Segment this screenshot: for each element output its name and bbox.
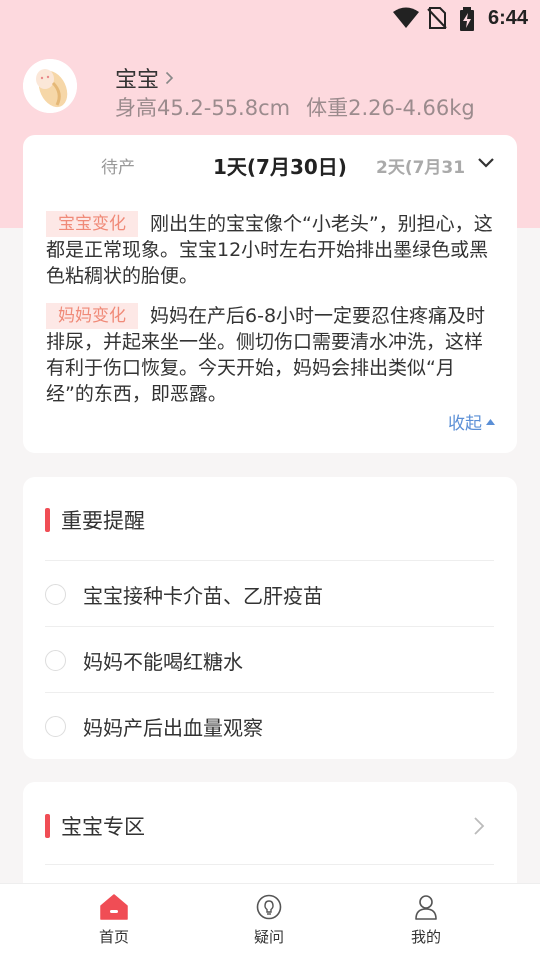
reminder-item[interactable]: 妈妈产后出血量观察 xyxy=(45,693,494,759)
important-reminders-card: 重要提醒 宝宝接种卡介苗、乙肝疫苗 妈妈不能喝红糖水 妈妈产后出血量观察 xyxy=(23,477,517,759)
checkbox-circle[interactable] xyxy=(45,583,66,605)
baby-zone-header: 宝宝专区 xyxy=(45,811,145,841)
clock: 6:44 xyxy=(487,7,528,29)
checkbox-circle[interactable] xyxy=(45,649,66,671)
nav-home-label: 首页 xyxy=(98,928,129,946)
chevron-right-icon xyxy=(165,71,174,85)
collapse-button[interactable]: 收起 xyxy=(448,409,495,434)
wifi-icon xyxy=(393,7,419,28)
tab-next-day[interactable]: 2天(7月31 xyxy=(376,153,465,178)
reminder-text: 宝宝接种卡介苗、乙肝疫苗 xyxy=(83,583,323,608)
collapse-label: 收起 xyxy=(448,414,482,434)
caret-up-icon xyxy=(486,418,495,425)
lightbulb-icon xyxy=(256,894,282,920)
reminders-title: 重要提醒 xyxy=(61,509,145,533)
tab-current-day[interactable]: 1天(7月30日) xyxy=(213,151,347,180)
battery-charging-icon xyxy=(460,7,474,31)
baby-profile-link[interactable]: 宝宝 xyxy=(115,62,174,94)
home-icon xyxy=(100,894,128,920)
reminder-item[interactable]: 妈妈不能喝红糖水 xyxy=(45,627,494,693)
nav-questions-label: 疑问 xyxy=(253,928,284,946)
nav-questions[interactable]: 疑问 xyxy=(229,894,309,947)
day-tabs: 待产 1天(7月30日) 2天(7月31 xyxy=(23,135,517,195)
reminder-item[interactable]: 宝宝接种卡介苗、乙肝疫苗 xyxy=(45,561,494,627)
chevron-down-icon[interactable] xyxy=(477,157,495,169)
height-range: 身高45.2-55.8cm xyxy=(115,96,291,120)
tab-prev-day[interactable]: 待产 xyxy=(101,153,135,178)
baby-zone-title: 宝宝专区 xyxy=(61,815,145,839)
nav-mine[interactable]: 我的 xyxy=(386,894,466,947)
divider xyxy=(45,864,494,865)
daily-changes-card: 待产 1天(7月30日) 2天(7月31 宝宝变化 刚出生的宝宝像个“小老头”，别… xyxy=(23,135,517,453)
chevron-right-icon xyxy=(474,817,485,835)
status-bar: 6:44 xyxy=(0,0,540,36)
weight-range: 体重2.26-4.66kg xyxy=(306,96,475,120)
baby-avatar[interactable] xyxy=(23,59,77,113)
baby-growth-range: 身高45.2-55.8cm 体重2.26-4.66kg xyxy=(115,92,475,122)
baby-change-badge: 宝宝变化 xyxy=(46,211,138,237)
baby-change-section: 宝宝变化 刚出生的宝宝像个“小老头”，别担心，这都是正常现象。宝宝12小时左右开始… xyxy=(46,211,494,289)
baby-name: 宝宝 xyxy=(115,68,160,93)
bottom-navigation: 首页 疑问 我的 xyxy=(0,883,540,961)
reminder-text: 妈妈产后出血量观察 xyxy=(83,715,263,740)
no-sim-icon xyxy=(427,7,447,29)
reminder-text: 妈妈不能喝红糖水 xyxy=(83,649,243,674)
title-accent-bar xyxy=(45,814,50,838)
mom-change-section: 妈妈变化 妈妈在产后6-8小时一定要忍住疼痛及时排尿，并起来坐一坐。侧切伤口需要清… xyxy=(46,303,494,407)
mom-change-badge: 妈妈变化 xyxy=(46,303,138,329)
title-accent-bar xyxy=(45,508,50,532)
nav-mine-label: 我的 xyxy=(410,928,441,946)
checkbox-circle[interactable] xyxy=(45,715,66,737)
reminders-header: 重要提醒 xyxy=(45,505,145,535)
baby-illustration xyxy=(23,59,77,113)
nav-home[interactable]: 首页 xyxy=(74,894,154,947)
user-icon xyxy=(415,895,437,920)
